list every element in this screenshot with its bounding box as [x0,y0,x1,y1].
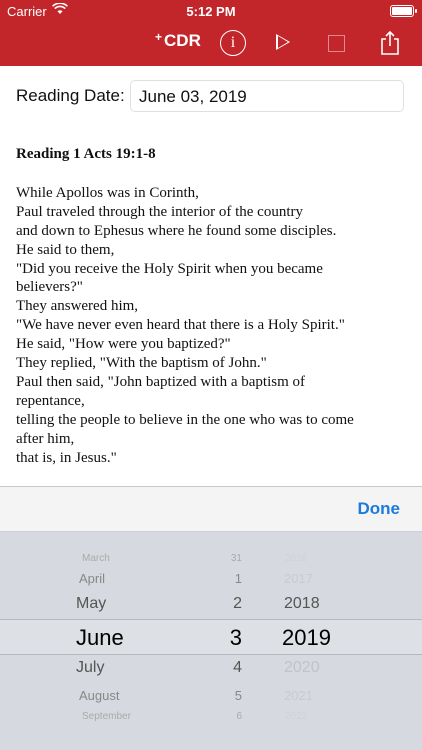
year-option[interactable]: 2016 [285,553,307,564]
reading-line: believers?" [16,279,83,296]
reading-line: that is, in Jesus." [16,449,117,466]
year-option[interactable]: 2022 [285,711,307,722]
month-option-selected[interactable]: June [76,625,124,651]
day-option[interactable]: 4 [212,659,242,677]
status-bar: Carrier 5:12 PM [0,0,422,22]
battery-icon [390,5,417,17]
day-option[interactable]: 1 [212,571,242,586]
reading-line: He said, "How were you baptized?" [16,336,231,353]
stop-button[interactable] [328,35,345,52]
info-button[interactable]: i [220,30,246,56]
month-option[interactable]: September [82,711,131,722]
year-option-selected[interactable]: 2019 [282,625,331,651]
day-option[interactable]: 6 [212,711,242,722]
date-picker-wheel[interactable]: March April May June July August Septemb… [0,531,422,750]
day-option[interactable]: 5 [212,688,242,703]
reading-line: They replied, "With the baptism of John.… [16,355,267,372]
share-button[interactable] [379,30,401,61]
day-option-selected[interactable]: 3 [212,625,242,651]
month-option[interactable]: April [79,571,105,586]
reading-title: Reading 1 Acts 19:1-8 [16,146,156,162]
reading-line: Paul traveled through the interior of th… [16,203,303,220]
toolbar: + CDR i [0,30,422,60]
year-option[interactable]: 2018 [284,595,320,613]
reading-line: and down to Ephesus where he found some … [16,222,337,239]
reading-line: after him, [16,430,75,447]
reading-line: telling the people to believe in the one… [16,411,354,428]
month-column[interactable]: March April May June July August Septemb… [76,531,206,750]
month-option[interactable]: August [79,688,119,703]
month-option[interactable]: July [76,659,104,677]
reading-line: "Did you receive the Holy Spirit when yo… [16,260,323,277]
reading-line: repentance, [16,392,85,409]
year-option[interactable]: 2021 [284,688,313,703]
share-icon [381,30,399,55]
year-option[interactable]: 2020 [284,659,320,677]
date-picker-panel: Done March April May June July August Se… [0,486,422,750]
app-logo: + CDR [155,30,201,51]
picker-toolbar: Done [0,486,422,532]
logo-text: CDR [164,31,201,50]
reading-line: They answered him, [16,298,139,315]
play-button[interactable] [276,34,290,50]
reading-date-field[interactable]: June 03, 2019 [130,80,404,112]
status-time: 5:12 PM [186,4,236,19]
year-column[interactable]: 2016 2017 2018 2019 2020 2021 2022 [282,531,362,750]
done-button[interactable]: Done [358,499,401,519]
reading-date-label: Reading Date: [16,86,125,105]
logo-cross: + [155,30,163,44]
reading-line: He said to them, [16,241,115,258]
day-option[interactable]: 2 [212,595,242,613]
reading-line: While Apollos was in Corinth, [16,184,199,201]
day-option[interactable]: 31 [212,553,242,564]
reading-line: Paul then said, "John baptized with a ba… [16,373,305,390]
reading-text: Reading 1 Acts 19:1-8 While Apollos was … [16,145,408,468]
day-column[interactable]: 31 1 2 3 4 5 6 [212,531,242,750]
month-option[interactable]: May [76,595,106,613]
nav-bar: Carrier 5:12 PM + CDR i [0,0,422,66]
year-option[interactable]: 2017 [284,571,313,586]
month-option[interactable]: March [82,553,110,564]
reading-line: "We have never even heard that there is … [16,317,345,334]
